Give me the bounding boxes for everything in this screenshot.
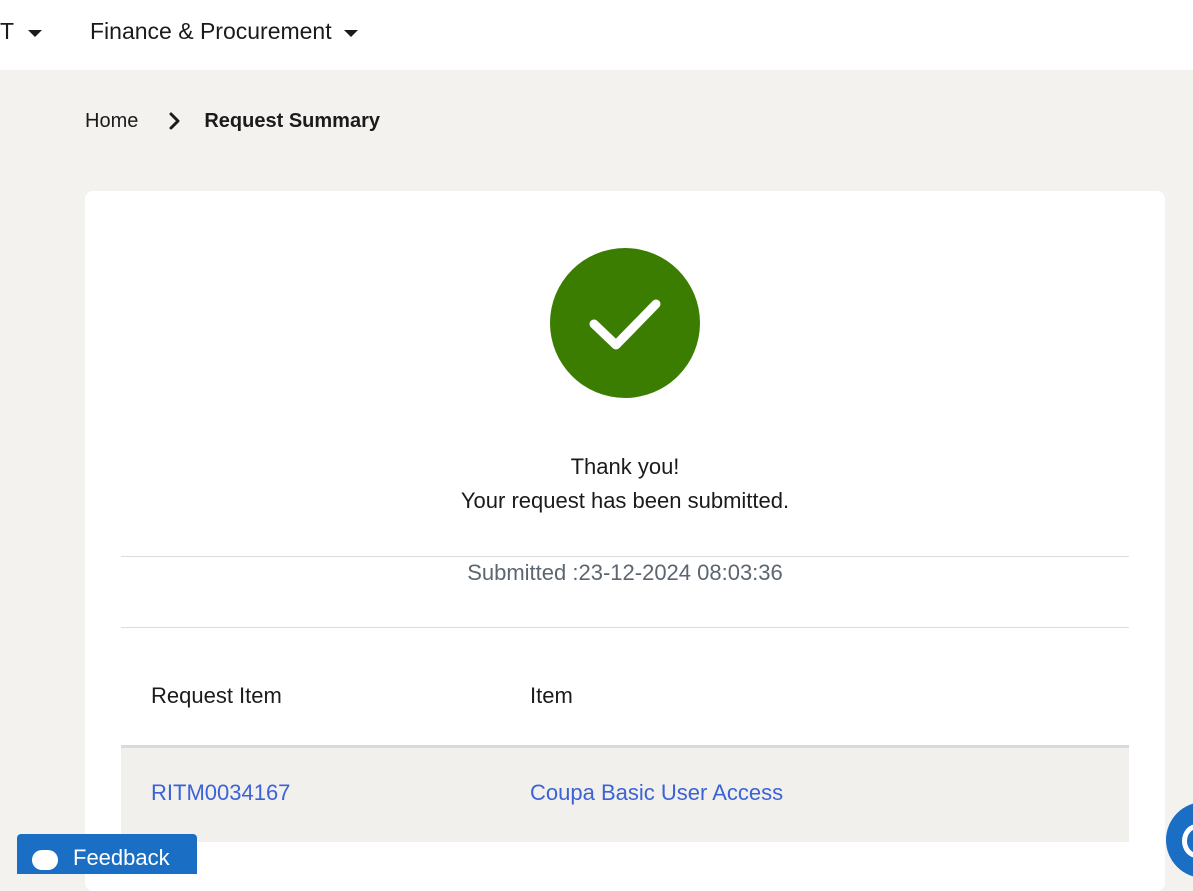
caret-down-icon	[343, 29, 358, 37]
breadcrumb: Home Request Summary	[85, 107, 380, 135]
feedback-button[interactable]: Feedback	[17, 834, 197, 874]
breadcrumb-home-link[interactable]: Home	[85, 110, 138, 133]
submitted-value: 23-12-2024 08:03:36	[578, 560, 783, 585]
thank-you-text: Thank you!	[570, 454, 680, 479]
item-link[interactable]: Coupa Basic User Access	[530, 780, 783, 806]
caret-down-icon	[28, 29, 43, 37]
chat-launcher-button[interactable]	[1166, 802, 1193, 878]
nav-item-finance-procurement[interactable]: Finance & Procurement	[90, 16, 358, 46]
chevron-right-icon	[168, 111, 182, 131]
column-header-request-item: Request Item	[151, 683, 282, 708]
divider	[121, 627, 1129, 628]
request-summary-card: Thank you! Your request has been submitt…	[85, 191, 1165, 891]
chat-icon	[1182, 824, 1193, 858]
chat-bubble-icon	[32, 850, 58, 870]
request-item-link[interactable]: RITM0034167	[151, 780, 290, 806]
submitted-label: Submitted :	[467, 560, 579, 585]
nav-item-label: Finance & Procurement	[90, 17, 332, 44]
column-header-item: Item	[530, 683, 573, 708]
nav-item-it[interactable]: T	[0, 16, 43, 46]
submitted-message: Your request has been submitted.	[460, 488, 790, 513]
breadcrumb-current: Request Summary	[204, 109, 380, 132]
table-row: RITM0034167 Coupa Basic User Access	[121, 748, 1129, 842]
submitted-timestamp: Submitted :23-12-2024 08:03:36	[85, 560, 1165, 586]
success-check-icon	[550, 248, 700, 398]
feedback-label: Feedback	[73, 845, 170, 870]
table-header: Request Item Item	[121, 651, 1129, 748]
nav-item-label: T	[0, 17, 15, 44]
divider	[121, 556, 1129, 557]
top-nav: T Finance & Procurement	[0, 0, 1193, 70]
